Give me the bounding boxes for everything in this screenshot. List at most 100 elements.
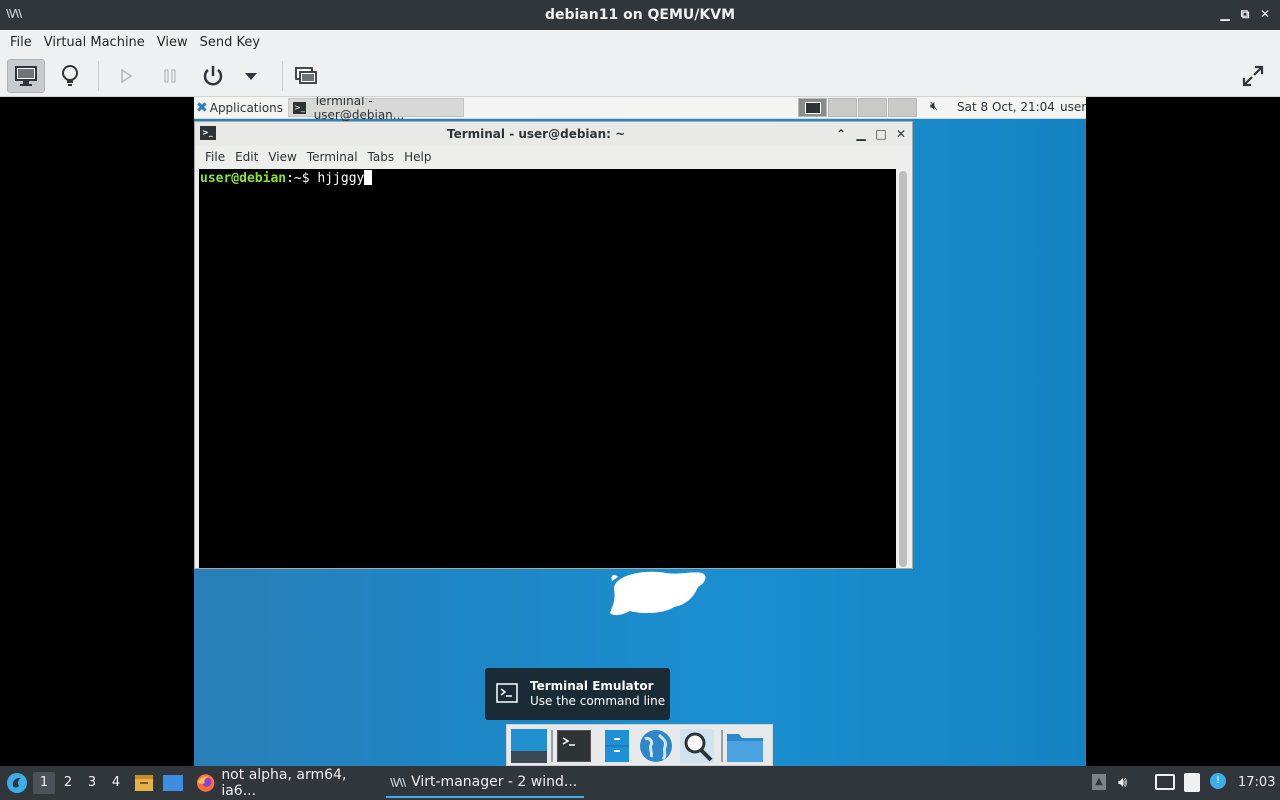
dock-tooltip: Terminal Emulator Use the command line <box>485 668 670 720</box>
menu-virtual-machine[interactable]: Virtual Machine <box>38 35 151 50</box>
window-list-icon[interactable] <box>162 774 184 792</box>
network-icon[interactable] <box>1155 774 1175 790</box>
terminal-menu-edit[interactable]: Edit <box>230 150 263 164</box>
clipboard-icon[interactable] <box>1184 773 1200 792</box>
guest-task-label: Terminal - user@debian... <box>313 97 405 122</box>
host-workspace-2[interactable]: 2 <box>57 772 79 794</box>
run-button[interactable] <box>107 59 145 93</box>
dock-file-manager-cabinet[interactable] <box>597 728 637 764</box>
text-cursor <box>364 170 373 185</box>
guest-clock[interactable]: Sat 8 Oct, 21:04 <box>957 100 1055 114</box>
app-launcher-icon[interactable] <box>6 772 28 794</box>
host-workspace-1[interactable]: 1 <box>33 772 55 794</box>
menu-send-key[interactable]: Send Key <box>194 35 266 50</box>
terminal-emulator-icon <box>496 683 518 703</box>
terminal-menu-terminal[interactable]: Terminal <box>302 150 363 164</box>
tray-expand-icon[interactable]: ▲ <box>1092 774 1106 790</box>
dropdown-icon <box>245 73 257 80</box>
terminal-window-icon: >_ <box>200 126 216 140</box>
play-icon <box>121 68 133 84</box>
vm-display[interactable]: ✖ Applications : >_ Terminal - user@debi… <box>194 97 1086 766</box>
host-menubar: File Virtual Machine View Send Key <box>0 30 1280 55</box>
tooltip-subtitle: Use the command line <box>530 694 666 708</box>
guest-workspace-3[interactable] <box>858 98 887 117</box>
prompt-path: :~$ <box>286 171 310 186</box>
show-desktop-icon <box>511 729 547 763</box>
guest-workspace-4[interactable] <box>888 98 917 117</box>
power-icon <box>203 66 223 86</box>
terminal-menu-tabs[interactable]: Tabs <box>363 150 400 164</box>
host-toolbar <box>0 55 1280 97</box>
dock-app-finder[interactable] <box>677 728 717 764</box>
terminal-close-icon[interactable]: ✕ <box>893 126 909 142</box>
host-workspace-4[interactable]: 4 <box>105 772 127 794</box>
shutdown-dropdown-button[interactable] <box>234 59 268 93</box>
terminal-menu-help[interactable]: Help <box>399 150 436 164</box>
terminal-menu-view[interactable]: View <box>263 150 301 164</box>
dock-home-folder[interactable] <box>725 728 765 764</box>
guest-workspace-2[interactable] <box>828 98 857 117</box>
host-clock[interactable]: 17:03 <box>1238 775 1275 790</box>
host-task-firefox[interactable]: not alpha, arm64, ia6... <box>192 767 380 799</box>
guest-workspace-1[interactable] <box>798 98 827 117</box>
tooltip-title: Terminal Emulator <box>530 679 654 693</box>
host-window-titlebar[interactable]: \\/\\ debian11 on QEMU/KVM ▁ ⧉ ✕ <box>0 0 1280 30</box>
host-workspace-3[interactable]: 3 <box>81 772 103 794</box>
restore-icon[interactable]: ⧉ <box>1237 6 1253 22</box>
host-task-virt-manager[interactable]: \\/\\ Virt-manager - 2 wind... <box>386 768 584 798</box>
guest-task-terminal[interactable]: >_ Terminal - user@debian... <box>288 97 464 122</box>
prompt-user-host: user@debian <box>200 171 287 186</box>
terminal-maximize-icon[interactable]: □ <box>873 126 889 142</box>
snapshots-button[interactable] <box>287 59 325 93</box>
host-taskbar: 1 2 3 4 not alpha, arm64, ia6... \\/\\ V… <box>0 766 1280 800</box>
guest-top-panel: ✖ Applications : >_ Terminal - user@debi… <box>194 97 1086 122</box>
terminal-output[interactable]: user@debian:~$ hjjggy <box>199 169 896 568</box>
terminal-window[interactable]: >_ Terminal - user@debian: ~ ⌃ ▁ □ ✕ Fil… <box>194 121 913 569</box>
show-desktop-icon[interactable] <box>134 774 154 792</box>
console-icon <box>15 66 37 86</box>
pause-button[interactable] <box>151 59 189 93</box>
terminal-title: Terminal - user@debian: ~ <box>447 127 626 141</box>
dock-terminal[interactable] <box>554 728 594 764</box>
terminal-menu-file[interactable]: File <box>200 150 230 164</box>
applications-label: Applications : <box>209 101 291 115</box>
guest-mute-icon[interactable]: 🔇︎ <box>930 99 938 114</box>
globe-icon <box>640 730 672 762</box>
guest-dock <box>506 724 773 766</box>
file-cabinet-icon <box>605 730 629 762</box>
search-icon <box>680 729 714 763</box>
lightbulb-icon <box>62 65 78 86</box>
terminal-scrollbar[interactable] <box>899 171 907 567</box>
menu-view[interactable]: View <box>151 35 194 50</box>
minimize-icon[interactable]: ▁ <box>1217 6 1233 22</box>
guest-applications-menu[interactable]: ✖ Applications : <box>196 100 291 116</box>
dock-web-browser[interactable] <box>636 728 676 764</box>
volume-icon[interactable]: 🔊︎ <box>1118 773 1127 791</box>
xfce-logo-icon: ✖ <box>196 100 208 116</box>
console-button[interactable] <box>7 59 45 93</box>
terminal-minimize-icon[interactable]: ▁ <box>853 126 869 142</box>
shutdown-button[interactable] <box>194 59 232 93</box>
close-icon[interactable]: ✕ <box>1257 6 1273 22</box>
snapshot-icon <box>295 67 317 84</box>
terminal-dock-icon <box>557 730 591 762</box>
terminal-mini-icon <box>805 102 821 114</box>
firefox-task-label: not alpha, arm64, ia6... <box>221 767 347 799</box>
typed-command: hjjggy <box>317 171 365 186</box>
updates-icon[interactable]: ! <box>1210 773 1226 789</box>
guest-user-menu[interactable]: user <box>1060 100 1086 114</box>
folder-icon <box>727 734 763 762</box>
virt-manager-icon: \\/\\ <box>6 7 22 20</box>
host-window-title: debian11 on QEMU/KVM <box>544 7 736 23</box>
details-button[interactable] <box>51 59 89 93</box>
terminal-small-icon: >_ <box>293 101 306 114</box>
dock-show-desktop[interactable] <box>509 728 549 764</box>
fullscreen-button[interactable] <box>1234 59 1272 93</box>
terminal-shade-icon[interactable]: ⌃ <box>833 126 849 142</box>
virt-manager-icon: \\/\\ <box>390 775 406 789</box>
terminal-titlebar[interactable]: >_ Terminal - user@debian: ~ ⌃ ▁ □ ✕ <box>195 122 912 146</box>
fullscreen-icon <box>1242 65 1264 87</box>
menu-file[interactable]: File <box>4 35 38 50</box>
firefox-icon <box>196 774 215 792</box>
virt-manager-task-label: Virt-manager - 2 wind... <box>411 774 578 790</box>
